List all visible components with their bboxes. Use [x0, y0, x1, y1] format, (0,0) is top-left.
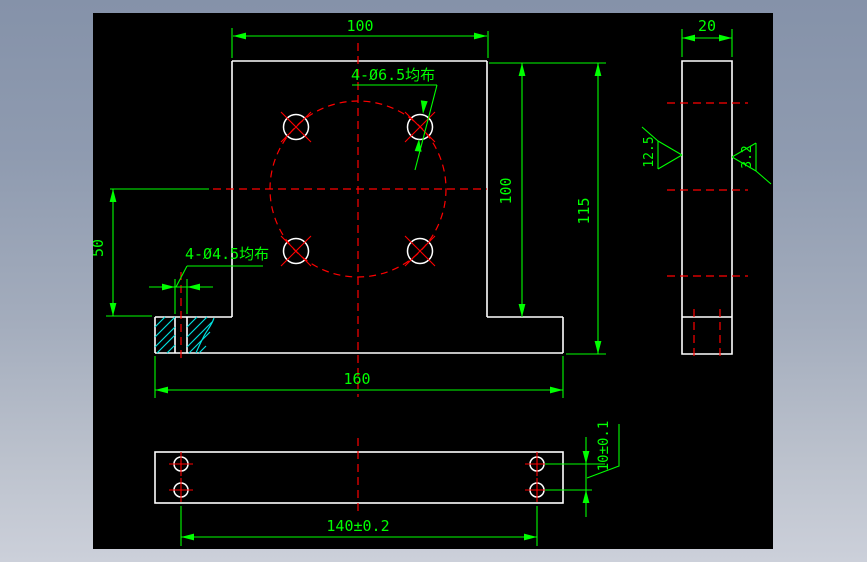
dim-label-115: 115 — [575, 197, 593, 224]
roughness-symbol-left: 12.5 — [641, 126, 683, 170]
dim-label-100-top: 100 — [346, 17, 373, 35]
note-label-base-holes: 4-Ø4.5均布 — [185, 245, 269, 263]
dim-label-100-vert: 100 — [497, 177, 515, 204]
dim-label-50: 50 — [93, 239, 107, 257]
dim-plate-hole-spacing: 140±0.2 — [180, 506, 538, 546]
roughness-label-12-5: 12.5 — [642, 136, 657, 167]
dim-total-height: 115 — [566, 63, 606, 355]
dim-label-10: 10±0.1 — [596, 421, 612, 472]
dim-base-width: 160 — [154, 356, 564, 398]
roughness-label-3-2: 3.2 — [740, 145, 755, 168]
cad-drawing: 100 4-Ø6.5均布 4-Ø4.5均布 50 100 115 160 20 … — [89, 17, 772, 546]
side-view-centerlines — [667, 102, 748, 361]
cad-application-window: { "window": { "canvas_color": "#000000",… — [0, 0, 867, 562]
note-base-holes: 4-Ø4.5均布 — [149, 245, 269, 314]
section-hatch — [154, 316, 215, 354]
dim-label-140: 140±0.2 — [326, 517, 389, 535]
note-bolt-holes: 4-Ø6.5均布 — [351, 66, 438, 171]
bottom-view-centerlines — [169, 438, 549, 513]
dim-label-160: 160 — [343, 370, 370, 388]
dim-top-width: 100 — [231, 17, 489, 58]
front-view-outline — [154, 60, 564, 354]
dim-body-height: 100 — [489, 62, 606, 317]
side-view-outline — [681, 60, 733, 355]
roughness-symbol-right: 3.2 — [731, 142, 772, 185]
dim-label-20: 20 — [698, 17, 716, 35]
bottom-view-outline — [154, 451, 564, 504]
front-view-centerlines — [180, 43, 487, 397]
note-label-bolt-holes: 4-Ø6.5均布 — [351, 66, 435, 84]
drawing-canvas[interactable]: 100 4-Ø6.5均布 4-Ø4.5均布 50 100 115 160 20 … — [89, 13, 773, 549]
dim-side-width: 20 — [681, 17, 733, 57]
